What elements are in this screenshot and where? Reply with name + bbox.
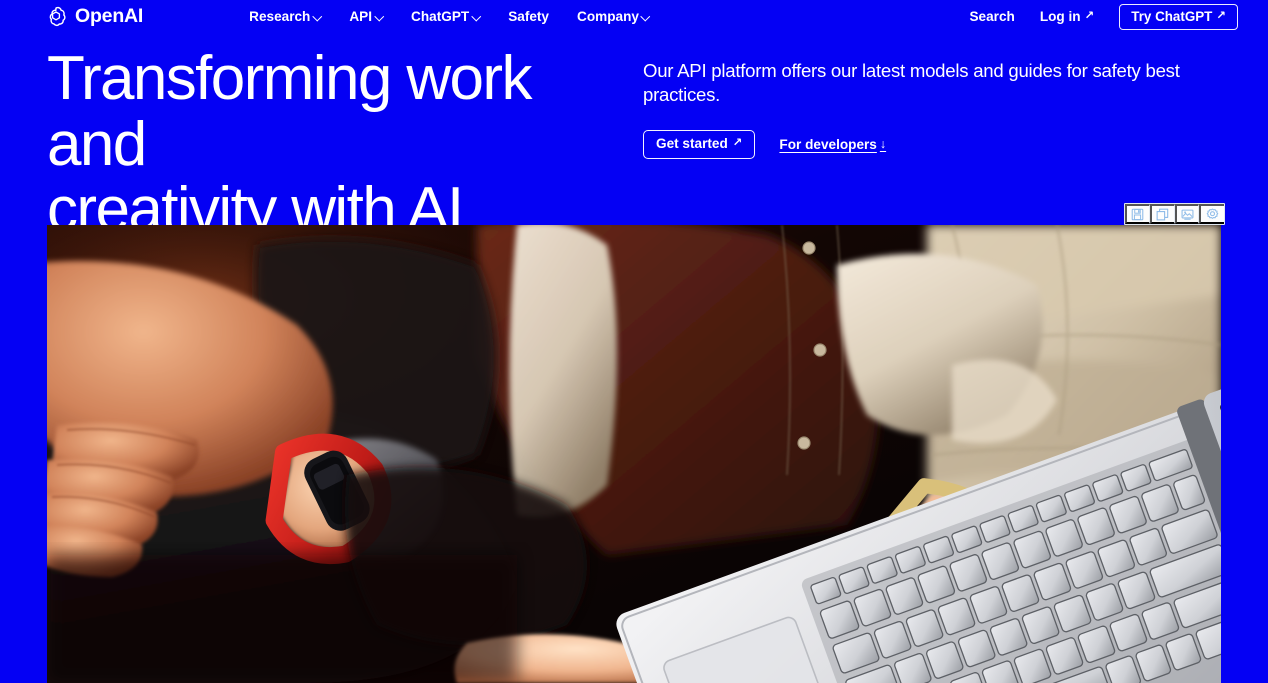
gear-settings-icon-button[interactable]: [1199, 204, 1224, 224]
search-label: Search: [969, 9, 1015, 25]
nav-item-chatgpt-label: ChatGPT: [411, 9, 470, 25]
copy-windows-icon: [1156, 208, 1169, 221]
chevron-down-icon: [375, 12, 383, 20]
for-developers-link[interactable]: For developers ↓: [779, 138, 886, 152]
search-button[interactable]: Search: [969, 10, 1014, 24]
brand-name: OpenAI: [75, 5, 144, 28]
nav-item-company-label: Company: [577, 9, 639, 25]
try-chatgpt-label: Try ChatGPT: [1131, 8, 1213, 24]
chevron-down-icon: [313, 12, 321, 20]
nav-item-research[interactable]: Research: [249, 10, 321, 24]
screenshot-image-icon-button[interactable]: [1174, 204, 1200, 224]
hero-right-column: Our API platform offers our latest model…: [643, 46, 1224, 220]
screenshot-image-icon: [1181, 208, 1194, 221]
arrow-up-right-icon: ↗: [732, 137, 743, 150]
page-title: Transforming work and creativity with AI: [47, 44, 532, 245]
arrow-down-icon: ↓: [879, 137, 887, 152]
get-started-label: Get started: [656, 136, 728, 152]
chevron-down-icon: [642, 12, 650, 20]
nav-item-api[interactable]: API: [349, 10, 383, 24]
login-link[interactable]: Log in ↗: [1040, 10, 1094, 24]
floating-overlay-toolbar: [1124, 203, 1225, 225]
nav-item-chatgpt[interactable]: ChatGPT: [411, 10, 480, 24]
hero-subtitle: Our API platform offers our latest model…: [643, 60, 1180, 106]
nav-item-research-label: Research: [249, 9, 311, 25]
try-chatgpt-button[interactable]: Try ChatGPT ↗: [1119, 3, 1238, 31]
hero-actions: Get started ↗ For developers ↓: [643, 130, 1224, 159]
brand-home-link[interactable]: OpenAI: [44, 5, 143, 29]
copy-windows-icon-button[interactable]: [1149, 204, 1175, 224]
hero-section: Transforming work and creativity with AI…: [0, 34, 1268, 243]
top-navigation-bar: OpenAI Research API ChatGPT Safety Compa…: [0, 0, 1268, 34]
hero-left-column: Transforming work and creativity with AI: [47, 46, 643, 243]
nav-item-safety[interactable]: Safety: [508, 10, 549, 24]
nav-item-company[interactable]: Company: [577, 10, 650, 24]
login-label: Log in: [1039, 9, 1081, 25]
hero-image: Two people sitting side by side on a cou…: [47, 225, 1221, 683]
save-icon: [1131, 208, 1144, 221]
nav-item-safety-label: Safety: [508, 9, 549, 25]
nav-item-api-label: API: [349, 9, 373, 25]
arrow-up-right-icon: ↗: [1084, 10, 1095, 23]
save-icon-button[interactable]: [1125, 204, 1150, 224]
for-developers-label: For developers: [779, 136, 877, 152]
openai-logo-icon: [44, 5, 68, 29]
get-started-button[interactable]: Get started ↗: [643, 130, 756, 159]
chevron-down-icon: [472, 12, 480, 20]
arrow-up-right-icon: ↗: [1216, 9, 1226, 22]
nav-right-group: Search Log in ↗ Try ChatGPT ↗: [969, 3, 1238, 31]
gear-settings-icon: [1206, 208, 1219, 221]
primary-nav-links: Research API ChatGPT Safety Company: [249, 10, 650, 24]
